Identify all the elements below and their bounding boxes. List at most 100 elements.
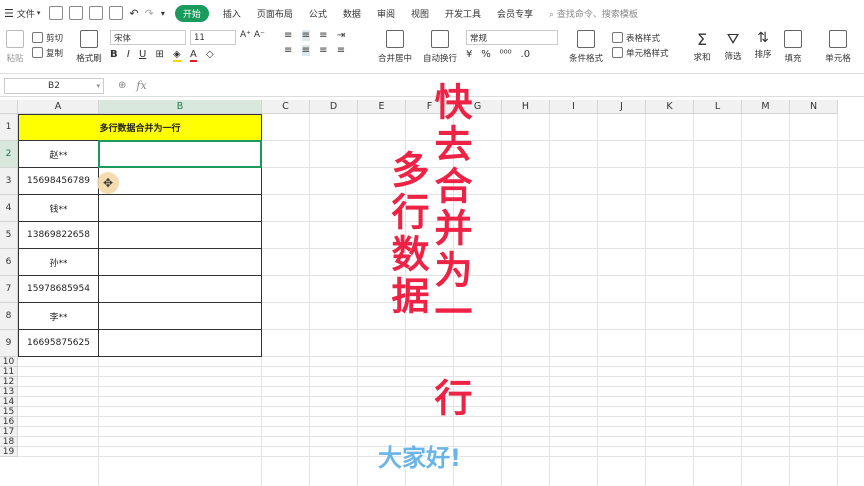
col-header-n[interactable]: N bbox=[790, 100, 838, 114]
col-header-d[interactable]: D bbox=[310, 100, 358, 114]
search-box[interactable]: ⌕ 查找命令、搜索模板 bbox=[549, 7, 638, 20]
border-icon[interactable]: ⊞ bbox=[155, 49, 163, 60]
tab-formula[interactable]: 公式 bbox=[309, 7, 327, 20]
more-icon[interactable]: ▾ bbox=[161, 9, 165, 18]
row-header-14[interactable]: 14 bbox=[0, 397, 18, 407]
col-header-e[interactable]: E bbox=[358, 100, 406, 114]
cut-button[interactable]: 剪切 bbox=[32, 30, 63, 45]
name-box[interactable]: B2 ▾ bbox=[4, 77, 104, 94]
row-header-7[interactable]: 7 bbox=[0, 276, 18, 303]
italic-button[interactable]: I bbox=[127, 49, 130, 60]
cell-a3[interactable]: 15698456789 bbox=[18, 168, 99, 195]
tab-member[interactable]: 会员专享 bbox=[497, 7, 533, 20]
tab-page-layout[interactable]: 页面布局 bbox=[257, 7, 293, 20]
underline-button[interactable]: U bbox=[139, 49, 146, 60]
row-header-18[interactable]: 18 bbox=[0, 437, 18, 447]
export-icon[interactable] bbox=[69, 6, 84, 20]
row-header-5[interactable]: 5 bbox=[0, 222, 18, 249]
cell-b6[interactable] bbox=[99, 249, 262, 276]
grow-font-icon[interactable]: A⁺ bbox=[240, 30, 251, 45]
redo-icon[interactable]: ↷ bbox=[145, 7, 154, 20]
col-header-m[interactable]: M bbox=[742, 100, 790, 114]
row-header-10[interactable]: 10 bbox=[0, 357, 18, 367]
align-top-icon[interactable]: ≡ bbox=[284, 30, 292, 41]
col-header-i[interactable]: I bbox=[550, 100, 598, 114]
decimal-icon[interactable]: .0 bbox=[521, 49, 531, 60]
cell-a6[interactable]: 孙** bbox=[18, 249, 99, 276]
row-header-8[interactable]: 8 bbox=[0, 303, 18, 330]
align-middle-icon[interactable]: ≡ bbox=[301, 30, 310, 41]
font-size-select[interactable]: 11 bbox=[190, 30, 236, 45]
copy-button[interactable]: 复制 bbox=[32, 45, 63, 60]
col-header-k[interactable]: K bbox=[646, 100, 694, 114]
cond-format-button[interactable]: 条件格式 bbox=[566, 30, 606, 64]
cell-a7[interactable]: 15978685954 bbox=[18, 276, 99, 303]
cell-b9[interactable] bbox=[99, 330, 262, 357]
col-header-a[interactable]: A bbox=[18, 100, 99, 114]
cell-b3[interactable] bbox=[99, 168, 262, 195]
tab-review[interactable]: 审阅 bbox=[377, 7, 395, 20]
cell-a5[interactable]: 13869822658 bbox=[18, 222, 99, 249]
clear-icon[interactable]: ◇ bbox=[206, 49, 214, 60]
table-style-button[interactable]: 表格样式 bbox=[612, 30, 669, 45]
fill-color-icon[interactable]: ◈ bbox=[173, 49, 181, 62]
row-header-2[interactable]: 2 bbox=[0, 141, 18, 168]
cell-style-button[interactable]: 单元格样式 bbox=[612, 45, 669, 60]
col-header-c[interactable]: C bbox=[262, 100, 310, 114]
row-header-15[interactable]: 15 bbox=[0, 407, 18, 417]
percent-button[interactable]: % bbox=[481, 49, 491, 60]
tab-data[interactable]: 数据 bbox=[343, 7, 361, 20]
row-header-9[interactable]: 9 bbox=[0, 330, 18, 357]
row-header-12[interactable]: 12 bbox=[0, 377, 18, 387]
thousands-icon[interactable]: ⁰⁰⁰ bbox=[500, 49, 512, 60]
tab-start[interactable]: 开始 bbox=[174, 4, 209, 22]
sum-button[interactable]: Σ 求和 bbox=[688, 30, 716, 63]
currency-icon[interactable]: ¥ bbox=[466, 49, 472, 60]
col-header-b[interactable]: B bbox=[99, 100, 262, 114]
cell-a8[interactable]: 李** bbox=[18, 303, 99, 330]
col-header-j[interactable]: J bbox=[598, 100, 646, 114]
row-header-11[interactable]: 11 bbox=[0, 367, 18, 377]
row-header-16[interactable]: 16 bbox=[0, 417, 18, 427]
font-name-select[interactable]: 宋体 bbox=[110, 30, 186, 45]
row-header-19[interactable]: 19 bbox=[0, 447, 18, 457]
align-center-icon[interactable]: ≡ bbox=[301, 45, 310, 56]
paste-button[interactable]: 粘贴 bbox=[2, 30, 28, 64]
tab-view[interactable]: 视图 bbox=[411, 7, 429, 20]
wrap-text-button[interactable]: 自动换行 bbox=[420, 30, 460, 64]
row-header-6[interactable]: 6 bbox=[0, 249, 18, 276]
cell-a2[interactable]: 赵** bbox=[18, 141, 99, 168]
cell-b5[interactable] bbox=[99, 222, 262, 249]
tab-developer[interactable]: 开发工具 bbox=[445, 7, 481, 20]
tab-insert[interactable]: 插入 bbox=[223, 7, 241, 20]
table-title-cell[interactable]: 多行数据合并为一行 bbox=[18, 114, 262, 141]
align-bottom-icon[interactable]: ≡ bbox=[319, 30, 327, 41]
fx-icon[interactable]: fx bbox=[136, 79, 146, 92]
undo-icon[interactable]: ↶ bbox=[129, 7, 138, 20]
justify-icon[interactable]: ≡ bbox=[337, 45, 345, 56]
file-menu[interactable]: ☰ 文件 ▾ bbox=[4, 3, 40, 23]
align-right-icon[interactable]: ≡ bbox=[319, 45, 327, 56]
format-painter-button[interactable]: 格式刷 bbox=[74, 30, 104, 64]
cell-b8[interactable] bbox=[99, 303, 262, 330]
cell-a4[interactable]: 钱** bbox=[18, 195, 99, 222]
cells-button[interactable]: 单元格 bbox=[818, 30, 858, 64]
row-header-17[interactable]: 17 bbox=[0, 427, 18, 437]
col-header-h[interactable]: H bbox=[502, 100, 550, 114]
row-header-1[interactable]: 1 bbox=[0, 114, 18, 141]
font-color-icon[interactable]: A bbox=[189, 49, 197, 62]
number-format-select[interactable]: 常规 bbox=[466, 30, 558, 45]
print-icon[interactable] bbox=[89, 6, 104, 20]
merge-center-button[interactable]: 合并居中 bbox=[374, 30, 416, 64]
row-header-13[interactable]: 13 bbox=[0, 387, 18, 397]
filter-button[interactable]: ⛛ 筛选 bbox=[720, 30, 746, 62]
cell-a9[interactable]: 16695875625 bbox=[18, 330, 99, 357]
shrink-font-icon[interactable]: A⁻ bbox=[254, 30, 265, 45]
save-icon[interactable] bbox=[49, 6, 64, 20]
col-header-l[interactable]: L bbox=[694, 100, 742, 114]
cell-b7[interactable] bbox=[99, 276, 262, 303]
row-header-3[interactable]: 3 bbox=[0, 168, 18, 195]
fill-button[interactable]: 填充 bbox=[780, 30, 806, 64]
zoom-icon[interactable]: ⊕ bbox=[118, 80, 126, 91]
cell-b4[interactable] bbox=[99, 195, 262, 222]
